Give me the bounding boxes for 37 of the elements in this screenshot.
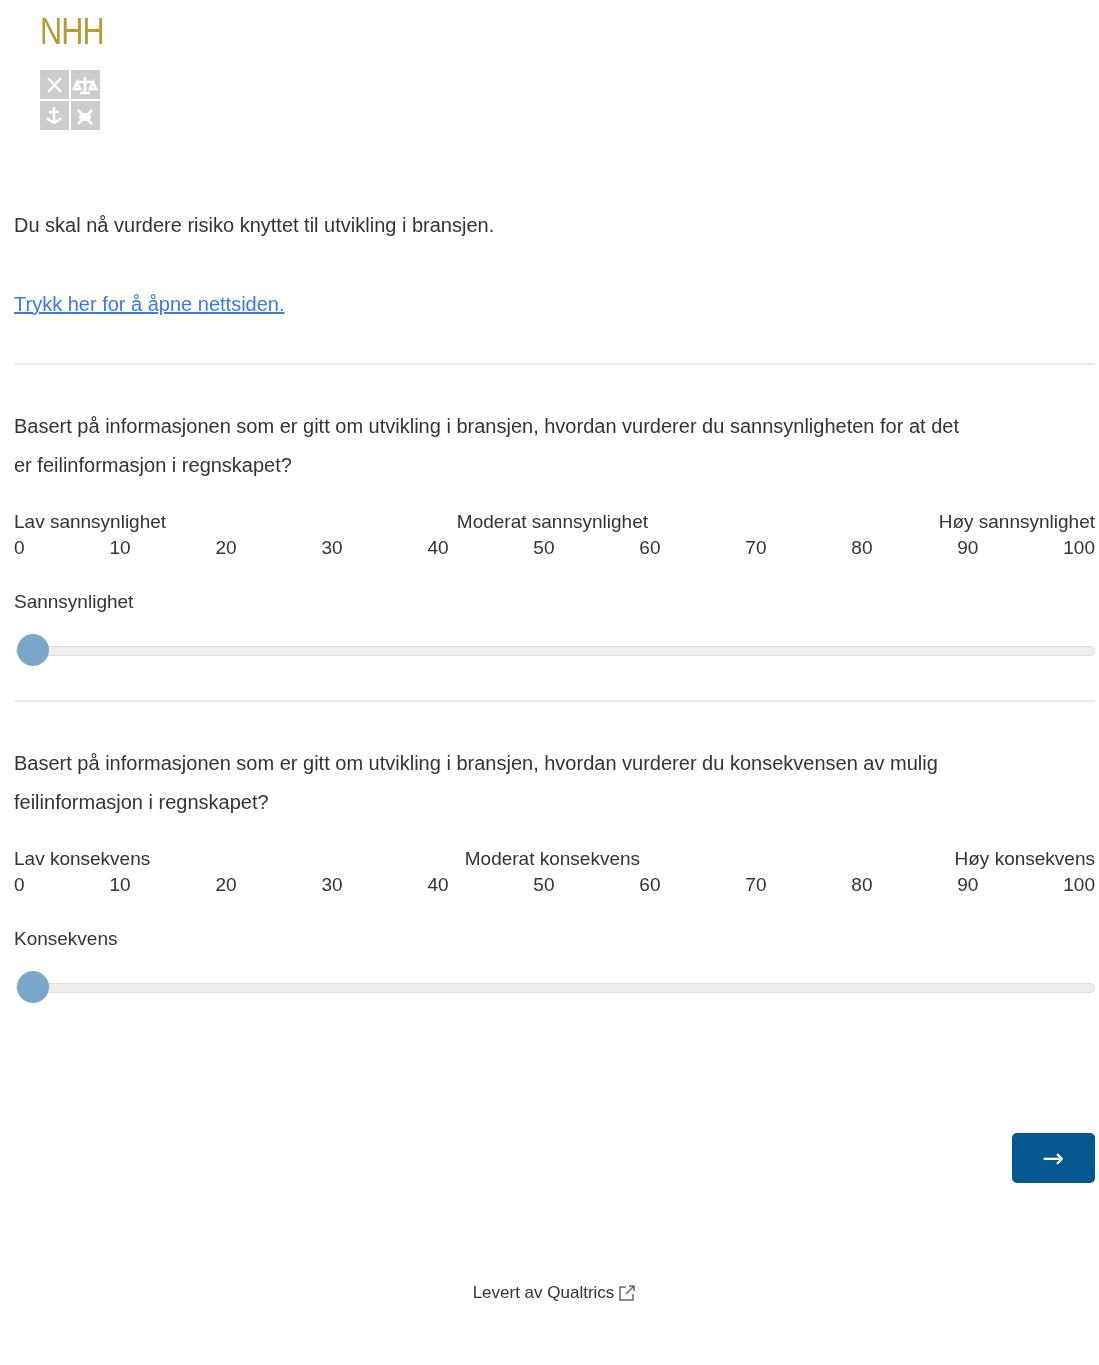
scale-tick-label: 30 — [321, 536, 343, 560]
question-text: Basert på informasjonen som er gitt om utvikling i bransjen, hvordan vurderer du sannsynligheten for at det er feilinformasjon i regnskapet? — [14, 414, 960, 478]
slider-label: Sannsynlighet — [14, 590, 135, 614]
scale-anchor-label: Høy sannsynlighet — [938, 510, 1095, 534]
scale-anchor-label: Høy konsekvens — [954, 847, 1095, 871]
slider-label: Konsekvens — [14, 927, 119, 951]
scale-tick-label: 20 — [215, 873, 237, 897]
scale-tick-label: 60 — [639, 536, 661, 560]
scale-anchor-label: Moderat konsekvens — [464, 847, 641, 871]
scale-tick-label: 70 — [745, 536, 767, 560]
scale-anchor-label: Lav konsekvens — [14, 847, 151, 871]
scale-tick-label: 10 — [109, 536, 131, 560]
next-button[interactable]: → — [1012, 1133, 1095, 1183]
scale-tick-label: 50 — [533, 873, 555, 897]
scale-tick-label: 50 — [533, 536, 555, 560]
footer-link[interactable]: Levert av Qualtrics — [472, 1283, 615, 1303]
scale-tick-label: 100 — [1063, 536, 1095, 560]
scale-tick-label: 20 — [215, 536, 237, 560]
scale-tick-label: 10 — [109, 873, 131, 897]
scale-tick-label: 70 — [745, 873, 767, 897]
website-link[interactable]: Trykk her for å åpne nettsiden. — [14, 289, 285, 319]
intro-text: Du skal nå vurdere risiko knyttet til utvikling i bransjen. — [14, 213, 496, 238]
logo-text: NHH — [40, 12, 104, 52]
scale-tick-label: 80 — [851, 536, 873, 560]
scale-tick-label: 30 — [321, 873, 343, 897]
scale-tick-label: 40 — [427, 536, 449, 560]
scale-tick-label: 100 — [1063, 873, 1095, 897]
scale-anchor-label: Moderat sannsynlighet — [456, 510, 648, 534]
scale-tick-label: 90 — [957, 536, 979, 560]
scale-tick-label: 90 — [957, 873, 979, 897]
scale-tick-label: 0 — [14, 536, 25, 560]
scale-tick-label: 0 — [14, 873, 25, 897]
scale-tick-label: 60 — [639, 873, 661, 897]
question-text: Basert på informasjonen som er gitt om utvikling i bransjen, hvordan vurderer du konsekvensen av mulig feilinformasjon i regnskapet? — [14, 751, 939, 815]
scale-anchor-label: Lav sannsynlighet — [14, 510, 167, 534]
scale-tick-label: 80 — [851, 873, 873, 897]
scale-tick-label: 40 — [427, 873, 449, 897]
